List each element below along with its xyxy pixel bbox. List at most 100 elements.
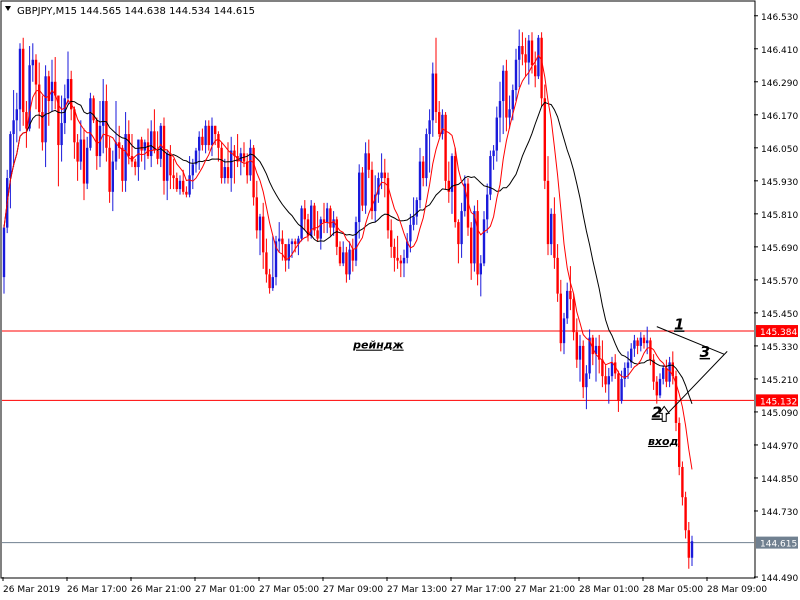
candle-body [486, 194, 489, 220]
candle-body [646, 340, 649, 344]
candle-body [633, 340, 636, 349]
candle-body [258, 216, 262, 231]
candle-body [626, 362, 630, 368]
candle-body [658, 378, 662, 396]
candle-body [111, 161, 114, 192]
candle-body [166, 153, 169, 181]
candle-body [178, 180, 182, 190]
candle-body [434, 73, 438, 113]
candle [444, 112, 447, 190]
candle-body [66, 79, 70, 99]
candle-body [511, 90, 514, 110]
candle-body [460, 211, 463, 245]
candle-body [335, 219, 338, 247]
annotation-label: 1 [674, 315, 684, 333]
candle-body [358, 172, 361, 223]
candle-body [559, 293, 562, 344]
candle-body [604, 376, 607, 385]
price-tick-label: 145.690 [761, 244, 798, 254]
time-tick-label: 26 Mar 21:00 [131, 585, 191, 595]
candle-body [524, 54, 527, 63]
candle-body [409, 224, 412, 242]
price-tick-label: 146.290 [761, 79, 798, 89]
candle-body [457, 222, 460, 245]
candle [476, 200, 479, 286]
candle-body [502, 70, 505, 102]
candle-body [201, 136, 204, 146]
candle-body [281, 238, 284, 245]
candle-body [617, 373, 620, 401]
candle-body [185, 191, 188, 195]
time-tick-label: 26 Mar 2019 [3, 585, 60, 595]
symbol-timeframe: GBPJPY,M15 [17, 6, 77, 17]
candle-body [210, 125, 214, 146]
annotation-label: рейндж [352, 339, 405, 352]
candle-body [18, 48, 22, 110]
candle [92, 95, 95, 124]
candle-body [681, 466, 684, 498]
candle-body [198, 136, 201, 151]
candle-body [105, 101, 108, 148]
candle-body [230, 150, 233, 179]
candle-body [271, 277, 274, 289]
candle-body [79, 139, 82, 162]
candle [425, 128, 428, 187]
candle-body [102, 101, 105, 126]
candle-body [495, 117, 498, 151]
candle-body [575, 332, 578, 360]
candle-body [399, 260, 402, 264]
candle-body [562, 318, 566, 344]
candle-body [226, 167, 230, 179]
candle-body [73, 109, 76, 143]
time-tick-label: 28 Mar 09:00 [707, 585, 767, 595]
candle-body [255, 197, 258, 231]
candle-body [220, 147, 223, 179]
candle-body [396, 257, 399, 261]
candle-body [34, 59, 38, 85]
time-tick-label: 27 Mar 09:00 [323, 585, 383, 595]
candle-body [620, 378, 623, 401]
candle-body [143, 142, 146, 151]
candle [466, 178, 470, 236]
candle [300, 205, 303, 242]
candle-body [342, 252, 345, 264]
candle-body [217, 134, 220, 148]
candle-body [578, 345, 582, 360]
ohlc-readout: 144.565 144.638 144.534 144.615 [80, 6, 255, 17]
candle-body [431, 73, 434, 121]
price-tick-label: 145.570 [761, 277, 798, 287]
candle [361, 167, 364, 212]
candle-body [2, 227, 6, 278]
candle-body [470, 227, 473, 264]
candle-body [204, 125, 207, 146]
candle-body [527, 40, 530, 63]
candle-body [438, 112, 441, 135]
candle-body [553, 213, 556, 258]
annotation-label: вход [648, 435, 679, 448]
time-tick-label: 27 Mar 21:00 [515, 585, 575, 595]
candle [386, 172, 390, 239]
candle [489, 150, 492, 201]
candle-body [146, 142, 150, 157]
candle-body [86, 147, 89, 184]
candle-body [521, 46, 524, 55]
candle-body [140, 139, 143, 151]
candle-body [290, 241, 294, 245]
candle-body [38, 84, 41, 113]
candle-body [121, 147, 124, 181]
candle-body [479, 263, 482, 275]
candle-body [114, 142, 118, 162]
candle-body [162, 125, 166, 181]
price-tick-label: 145.810 [761, 211, 798, 221]
candle [543, 84, 546, 190]
candle [89, 92, 92, 151]
candle-body [265, 252, 268, 275]
price-tick-label: 144.730 [761, 508, 798, 518]
time-tick-label: 27 Mar 17:00 [451, 585, 511, 595]
candle-body [60, 123, 63, 146]
candle-body [214, 125, 217, 135]
price-tick-label: 145.210 [761, 376, 798, 386]
candle-body [22, 48, 25, 113]
price-tick-label: 145.330 [761, 343, 798, 353]
price-chart[interactable]: рейнджвход123 146.530146.410146.290146.1… [0, 0, 800, 600]
